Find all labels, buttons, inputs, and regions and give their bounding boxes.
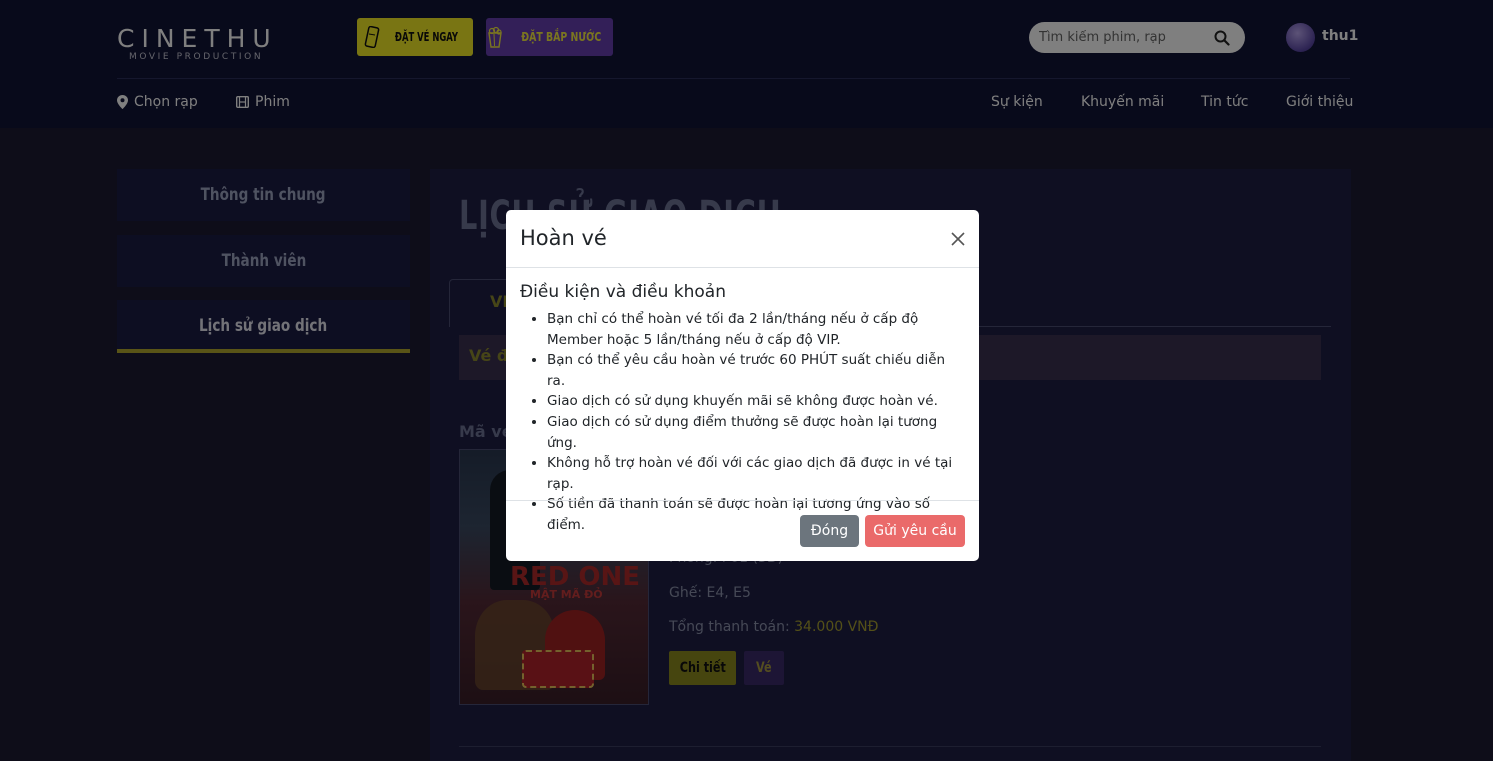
term-item: Bạn chỉ có thể hoàn vé tối đa 2 lần/thán… [547, 309, 967, 350]
term-item: Giao dịch có sử dụng điểm thưởng sẽ được… [547, 412, 967, 453]
term-item: Bạn có thể yêu cầu hoàn vé trước 60 PHÚT… [547, 350, 967, 391]
term-item: Không hỗ trợ hoàn vé đối với các giao dị… [547, 453, 967, 494]
modal-subtitle: Điều kiện và điều khoản [520, 282, 726, 302]
terms-list: Bạn chỉ có thể hoàn vé tối đa 2 lần/thán… [547, 309, 967, 536]
submit-request-button[interactable]: Gửi yêu cầu [865, 515, 965, 547]
close-icon[interactable] [950, 231, 966, 247]
close-button[interactable]: Đóng [800, 515, 859, 547]
term-item: Giao dịch có sử dụng khuyến mãi sẽ không… [547, 391, 967, 412]
refund-modal: Hoàn vé Điều kiện và điều khoản Bạn chỉ … [506, 210, 979, 561]
modal-title: Hoàn vé [520, 226, 607, 250]
modal-footer-divider [506, 500, 979, 501]
modal-header-divider [506, 267, 979, 268]
